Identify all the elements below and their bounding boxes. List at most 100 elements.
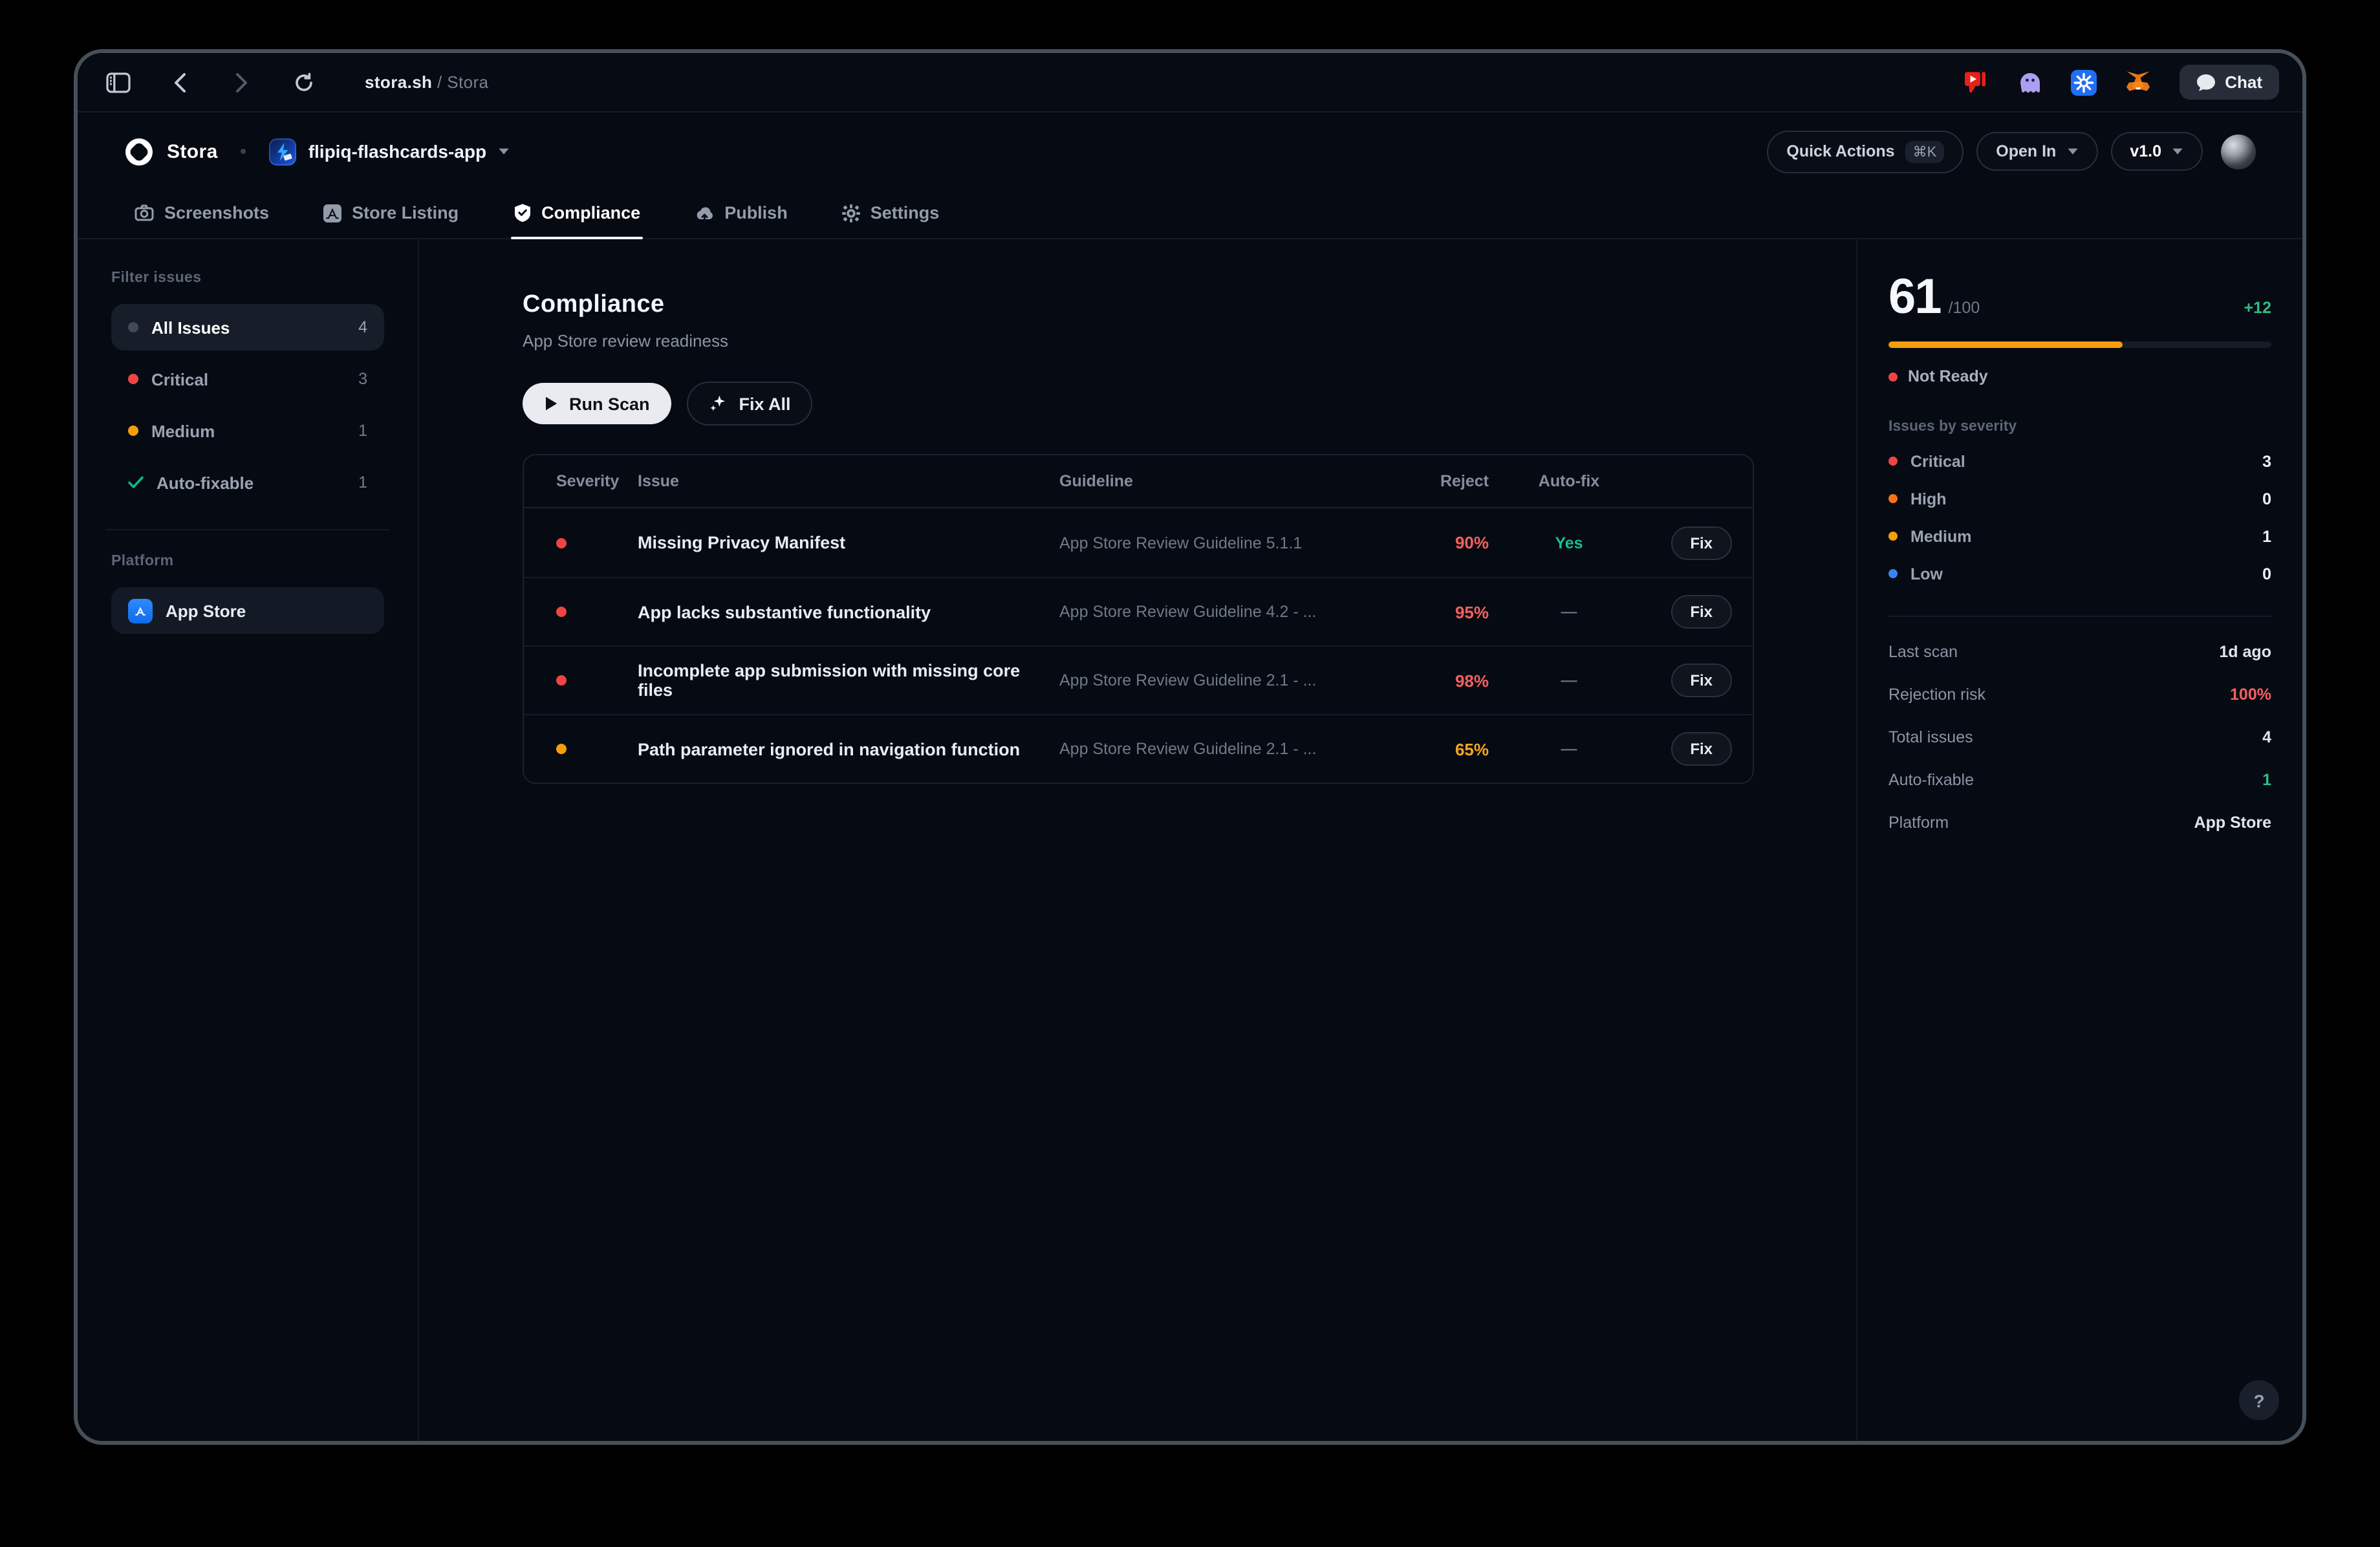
fix-button[interactable]: Fix	[1671, 664, 1732, 697]
sidebar-item-app-store[interactable]: App Store	[111, 587, 384, 634]
severity-label: High	[1910, 490, 1947, 508]
score-progress-fill	[1888, 341, 2122, 348]
high-dot	[1888, 494, 1898, 503]
severity-count: 0	[2262, 565, 2271, 583]
user-avatar[interactable]	[2221, 134, 2256, 169]
quick-actions-button[interactable]: Quick Actions ⌘K	[1767, 130, 1964, 173]
issue-title: Incomplete app submission with missing c…	[638, 661, 1059, 700]
fix-button[interactable]: Fix	[1671, 732, 1732, 766]
col-reject: Reject	[1372, 472, 1497, 490]
dislike-extension-icon[interactable]	[1962, 69, 1988, 95]
tab-publish[interactable]: Publish	[692, 190, 790, 238]
guideline-text: App Store Review Guideline 2.1 - ...	[1059, 671, 1372, 689]
fix-button[interactable]: Fix	[1671, 595, 1732, 629]
severity-count: 3	[2262, 452, 2271, 470]
back-icon[interactable]	[163, 65, 197, 99]
status-dot	[1888, 372, 1898, 381]
stat-value: 4	[2262, 728, 2271, 746]
phantom-extension-icon[interactable]	[2017, 69, 2042, 95]
readiness-status: Not Ready	[1908, 367, 1988, 385]
gear-icon	[842, 204, 860, 222]
score-progress-track	[1888, 341, 2271, 348]
tab-settings[interactable]: Settings	[839, 190, 942, 238]
fix-all-label: Fix All	[739, 394, 791, 413]
severity-count: 1	[2262, 527, 2271, 545]
run-scan-button[interactable]: Run Scan	[523, 383, 672, 424]
severity-label: Critical	[1910, 452, 1965, 470]
forward-icon[interactable]	[225, 65, 259, 99]
help-button[interactable]: ?	[2239, 1380, 2279, 1420]
col-autofix: Auto-fix	[1497, 472, 1641, 490]
sidebar-item-auto-fixable[interactable]: Auto-fixable 1	[111, 459, 384, 506]
filter-issues-label: Filter issues	[111, 270, 384, 286]
page-subtitle: App Store review readiness	[523, 331, 1856, 351]
table-row[interactable]: App lacks substantive functionality App …	[524, 577, 1753, 645]
app-store-icon	[323, 204, 341, 222]
main-content: Compliance App Store review readiness Ru…	[419, 239, 1856, 1441]
open-in-button[interactable]: Open In	[1976, 132, 2097, 171]
col-severity: Severity	[524, 472, 638, 490]
metamask-extension-icon[interactable]	[2125, 69, 2151, 95]
all-issues-dot	[128, 322, 138, 332]
severity-dot	[556, 607, 567, 617]
score-delta: +12	[2244, 299, 2271, 317]
stat-label: Last scan	[1888, 642, 1958, 660]
quick-actions-shortcut: ⌘K	[1905, 140, 1945, 162]
table-row[interactable]: Path parameter ignored in navigation fun…	[524, 714, 1753, 783]
tab-label: Publish	[724, 203, 788, 222]
sidebar-item-critical[interactable]: Critical 3	[111, 356, 384, 402]
sidebar-item-label: Critical	[151, 369, 208, 389]
sidebar-item-all-issues[interactable]: All Issues 4	[111, 304, 384, 351]
autofix-value: —	[1497, 603, 1641, 621]
refresh-icon[interactable]	[287, 65, 321, 99]
tab-label: Settings	[871, 203, 940, 222]
stat-label: Platform	[1888, 813, 1949, 831]
url-text[interactable]: stora.sh / Stora	[365, 72, 488, 92]
chevron-down-icon	[2066, 147, 2078, 155]
stat-last-scan: Last scan 1d ago	[1888, 630, 2271, 673]
compliance-score: 61	[1888, 276, 1941, 319]
severity-label: Medium	[1910, 527, 1971, 545]
medium-dot	[128, 426, 138, 436]
autofix-value: —	[1497, 671, 1641, 689]
panel-divider	[1888, 616, 2271, 617]
severity-dot	[556, 675, 567, 686]
tab-compliance[interactable]: Compliance	[510, 190, 643, 238]
project-name: flipiq-flashcards-app	[308, 141, 486, 162]
version-button[interactable]: v1.0	[2110, 132, 2203, 171]
tab-screenshots[interactable]: Screenshots	[132, 190, 272, 238]
sidebar-item-count: 4	[358, 318, 367, 336]
brand[interactable]: Stora	[124, 136, 218, 166]
critical-dot	[128, 374, 138, 384]
stat-label: Rejection risk	[1888, 685, 1985, 703]
app-store-platform-icon	[128, 598, 153, 623]
platform-label: Platform	[111, 554, 384, 569]
stat-label: Auto-fixable	[1888, 770, 1974, 788]
chevron-down-icon	[2172, 147, 2183, 155]
reject-percent: 90%	[1372, 533, 1497, 552]
table-header: Severity Issue Guideline Reject Auto-fix	[524, 455, 1753, 508]
fix-all-button[interactable]: Fix All	[687, 382, 813, 426]
sidebar-divider	[106, 529, 389, 530]
table-row[interactable]: Missing Privacy Manifest App Store Revie…	[524, 508, 1753, 577]
stat-value: 1d ago	[2219, 642, 2271, 660]
table-row[interactable]: Incomplete app submission with missing c…	[524, 645, 1753, 714]
camera-icon	[135, 204, 154, 221]
project-switcher[interactable]: flipiq-flashcards-app	[270, 138, 510, 165]
severity-dot	[556, 744, 567, 754]
guideline-text: App Store Review Guideline 5.1.1	[1059, 534, 1372, 552]
sidebar-item-label: All Issues	[151, 318, 230, 337]
sidebar-toggle-icon[interactable]	[101, 65, 135, 99]
issues-table: Severity Issue Guideline Reject Auto-fix…	[523, 454, 1754, 784]
tab-store-listing[interactable]: Store Listing	[321, 190, 461, 238]
chat-button[interactable]: Chat	[2180, 65, 2279, 100]
sidebar-item-medium[interactable]: Medium 1	[111, 407, 384, 454]
issue-title: Path parameter ignored in navigation fun…	[638, 739, 1059, 759]
col-issue: Issue	[638, 472, 1059, 490]
blue-sun-extension-icon[interactable]	[2071, 69, 2097, 95]
stat-auto-fixable: Auto-fixable 1	[1888, 758, 2271, 801]
stat-value: 100%	[2230, 685, 2271, 703]
stat-label: Total issues	[1888, 728, 1973, 746]
url-domain: stora.sh	[365, 72, 432, 92]
fix-button[interactable]: Fix	[1671, 526, 1732, 559]
